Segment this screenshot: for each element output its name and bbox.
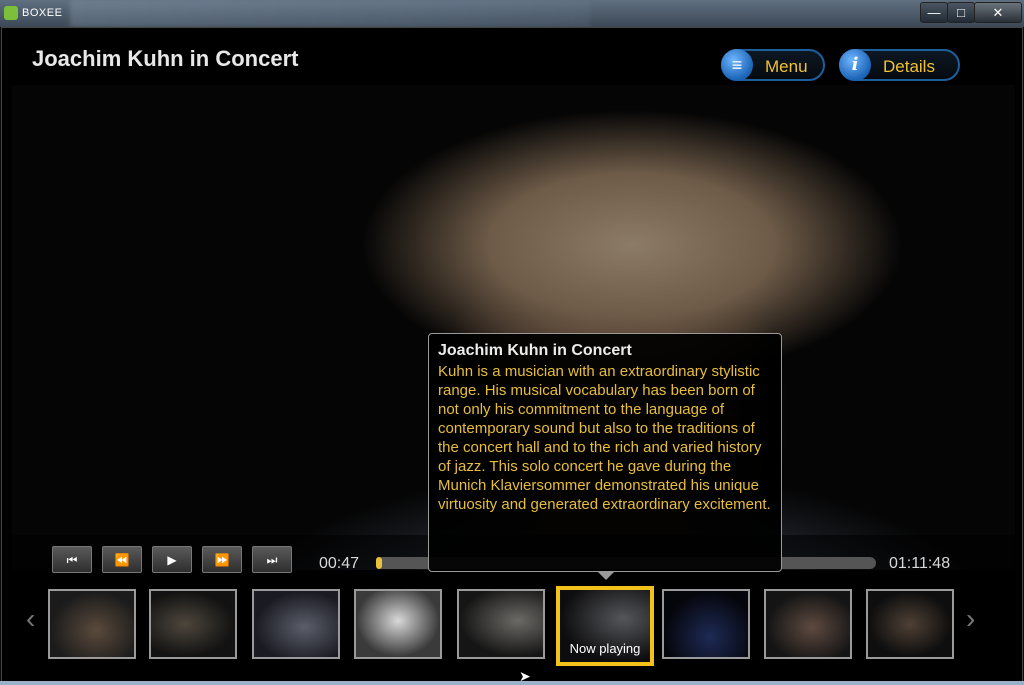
strip-left-arrow-icon[interactable]: ‹ (26, 603, 35, 635)
mouse-cursor-icon: ➤ (519, 668, 531, 684)
menu-label: Menu (765, 57, 808, 76)
chapter-thumbnail[interactable] (662, 589, 750, 659)
window-titlebar: BOXEE — □ ✕ (0, 0, 1024, 27)
strip-right-arrow-icon[interactable]: › (966, 603, 975, 635)
total-duration: 01:11:48 (889, 555, 951, 572)
app-name: BOXEE (22, 7, 63, 19)
close-button[interactable]: ✕ (974, 2, 1022, 23)
chapter-thumbnail[interactable] (866, 589, 954, 659)
page-title: Joachim Kuhn in Concert (32, 46, 299, 71)
chapter-thumbnail[interactable] (354, 589, 442, 659)
menu-icon: ≡ (721, 49, 753, 81)
maximize-button[interactable]: □ (947, 2, 975, 23)
minimize-button[interactable]: — (920, 2, 948, 23)
rewind-button[interactable]: ⏪ (102, 546, 142, 573)
taskbar-blur (70, 0, 590, 27)
chapter-thumbnail[interactable] (48, 589, 136, 659)
play-button[interactable]: ▶ (152, 546, 192, 573)
chapter-thumbnail[interactable] (149, 589, 237, 659)
details-label: Details (883, 57, 935, 76)
boxee-logo-icon (4, 6, 18, 20)
info-icon: i (839, 49, 871, 81)
previous-button[interactable]: ⏮ (52, 546, 92, 573)
chapter-thumbnail[interactable] (252, 589, 340, 659)
chapter-thumbnail[interactable] (764, 589, 852, 659)
chapter-thumbnail-now-playing[interactable]: Now playing (556, 586, 654, 666)
tooltip-description: Kuhn is a musician with an extraordinary… (438, 363, 771, 513)
elapsed-time: 00:47 (319, 555, 360, 572)
tooltip-title: Joachim Kuhn in Concert (438, 342, 632, 359)
chapter-thumbnail[interactable] (457, 589, 545, 659)
info-tooltip: Joachim Kuhn in Concert Kuhn is a musici… (428, 333, 782, 580)
menu-button[interactable]: ≡ Menu (721, 49, 825, 81)
seek-bar-fill (376, 557, 382, 569)
window-bottom-edge (0, 681, 1024, 685)
now-playing-label: Now playing (569, 641, 641, 656)
fast-forward-button[interactable]: ⏩ (202, 546, 242, 573)
next-button[interactable]: ⏭ (252, 546, 292, 573)
details-button[interactable]: i Details (839, 49, 960, 81)
tooltip-arrow (597, 571, 615, 580)
